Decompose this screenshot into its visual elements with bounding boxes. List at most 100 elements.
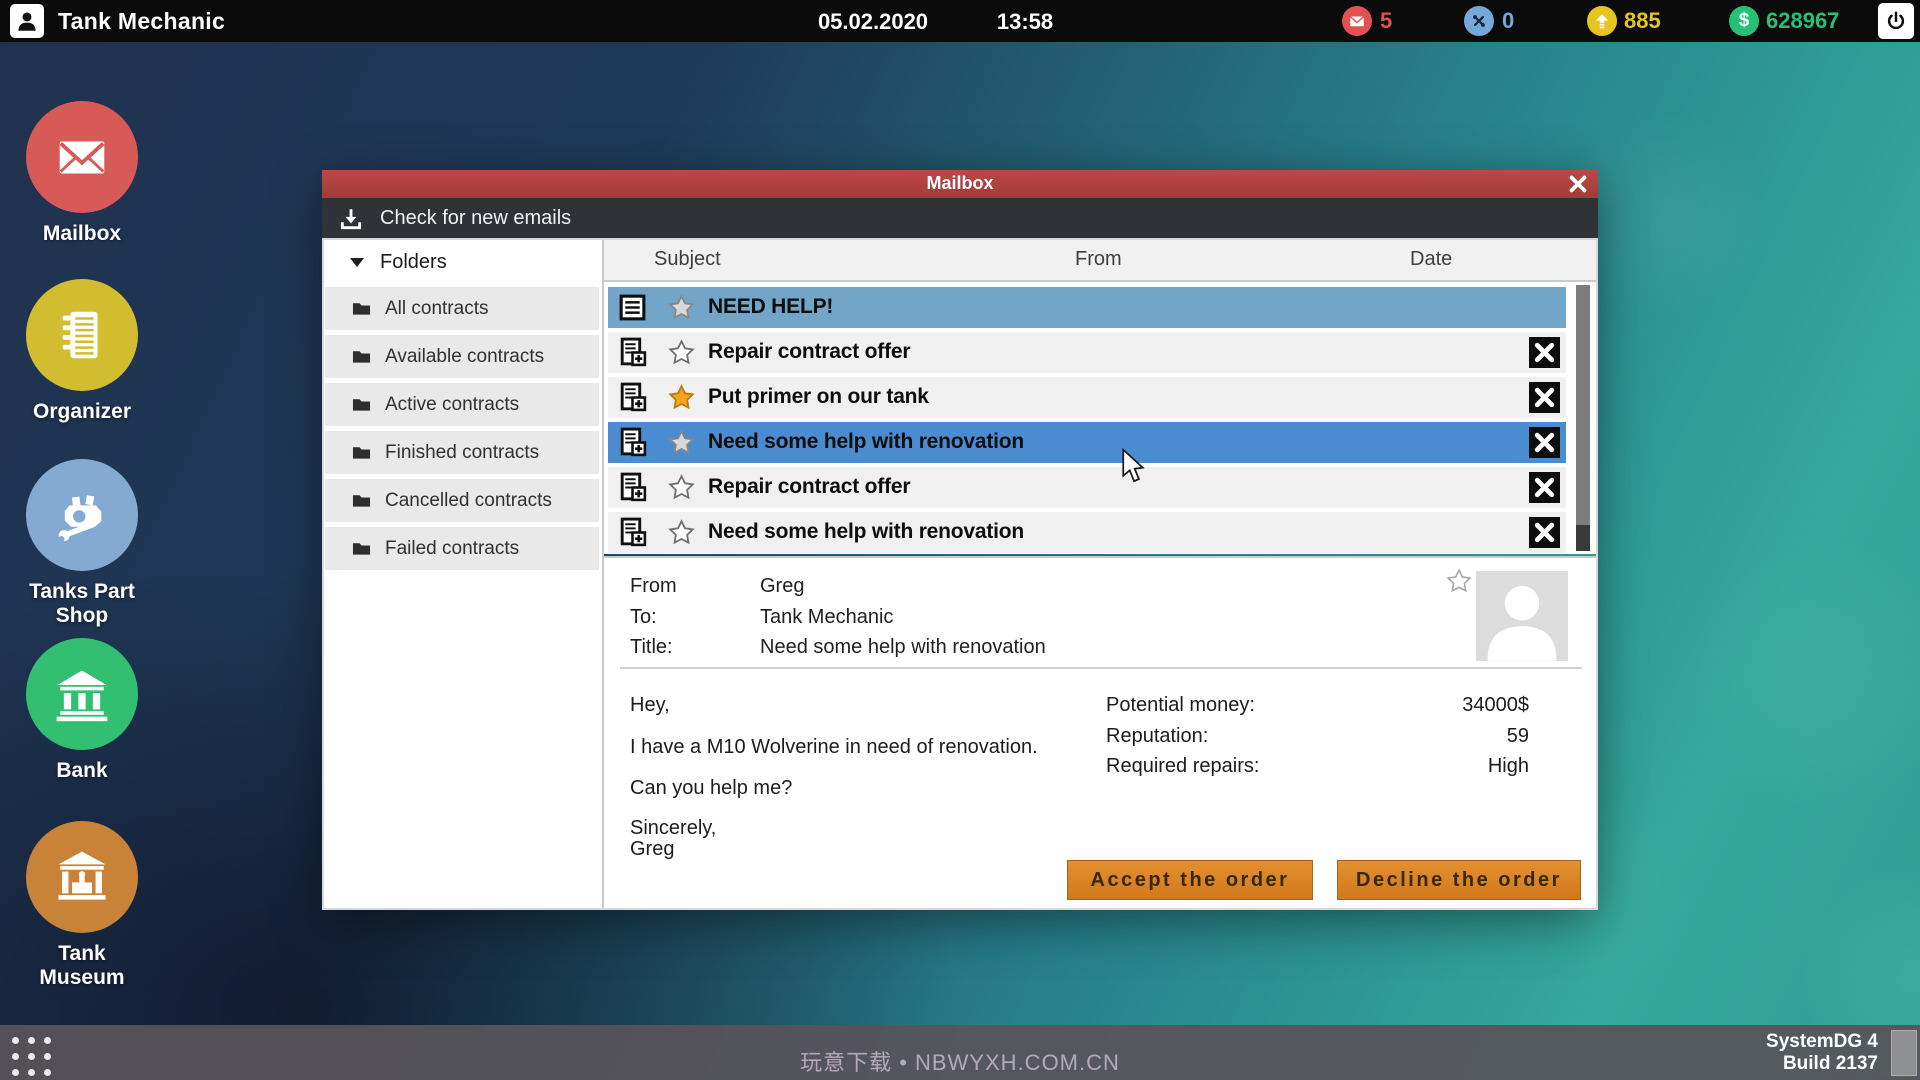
power-icon <box>1887 11 1905 30</box>
money-badge-icon[interactable]: $ <box>1729 6 1759 36</box>
desktop-screen: Tank Mechanic 05.02.2020 13:58 5 0 885 $… <box>0 0 1920 1080</box>
column-date[interactable]: Date <box>1410 248 1452 271</box>
folder-label: Failed contracts <box>385 537 520 559</box>
star-icon[interactable] <box>668 384 695 411</box>
desktop-icon-mailbox[interactable]: Mailbox <box>18 101 146 246</box>
power-button[interactable] <box>1878 3 1914 39</box>
desktop-icon-organizer[interactable]: Organizer <box>18 279 146 424</box>
star-icon[interactable] <box>668 339 695 366</box>
desktop-icon-tank-museum[interactable]: Tank Museum <box>18 821 146 990</box>
mailbox-window: Mailbox Check for new emails Folders All… <box>322 170 1598 910</box>
dollar-icon: $ <box>1738 10 1750 31</box>
favorite-star-icon[interactable] <box>1446 568 1472 594</box>
folder-cancelled-contracts[interactable]: Cancelled contracts <box>325 479 599 522</box>
wrenches-icon <box>1473 15 1485 27</box>
profile-button[interactable] <box>10 4 44 38</box>
from-label: From <box>630 575 677 597</box>
folders-header-label: Folders <box>380 250 447 273</box>
folder-label: Available contracts <box>385 345 545 367</box>
parts-shop-icon-circle <box>26 459 138 571</box>
folder-label: All contracts <box>385 297 489 319</box>
mail-row-selected[interactable]: Need some help with renovation <box>608 422 1566 463</box>
repairs-badge-icon[interactable] <box>1464 6 1494 36</box>
folder-finished-contracts[interactable]: Finished contracts <box>325 431 599 474</box>
system-version: SystemDG 4 Build 2137 <box>1766 1031 1878 1075</box>
folder-failed-contracts[interactable]: Failed contracts <box>325 527 599 570</box>
delete-mail-button[interactable] <box>1529 472 1560 503</box>
desktop-icon-tanks-part-shop[interactable]: Tanks Part Shop <box>18 459 146 628</box>
folder-all-contracts[interactable]: All contracts <box>325 287 599 330</box>
close-window-button[interactable] <box>1566 173 1590 195</box>
delete-mail-button[interactable] <box>1529 382 1560 413</box>
mail-subject: NEED HELP! <box>708 295 834 318</box>
folder-label: Active contracts <box>385 393 520 415</box>
to-label: To: <box>630 606 657 628</box>
scrollbar-end <box>1576 525 1590 551</box>
window-titlebar[interactable]: Mailbox <box>322 170 1598 198</box>
envelope-icon <box>1349 15 1365 27</box>
reader-separator <box>620 667 1582 669</box>
folder-icon <box>352 543 371 555</box>
star-icon[interactable] <box>668 294 695 321</box>
decline-order-button[interactable]: Decline the order <box>1337 860 1581 900</box>
star-icon[interactable] <box>668 429 695 456</box>
notebook-icon <box>62 311 98 359</box>
system-name: SystemDG 4 <box>1766 1031 1878 1052</box>
date-display: 05.02.2020 <box>817 9 929 34</box>
envelope-icon <box>59 141 105 174</box>
window-title: Mailbox <box>926 173 994 193</box>
mail-subject: Repair contract offer <box>708 475 911 498</box>
contract-icon <box>616 336 649 369</box>
rank-badge-icon[interactable] <box>1587 6 1617 36</box>
unread-mail-count: 5 <box>1380 8 1393 33</box>
reputation-label: Reputation: <box>1106 725 1209 747</box>
person-silhouette-icon <box>1487 585 1557 661</box>
star-icon[interactable] <box>668 519 695 546</box>
column-from[interactable]: From <box>1075 248 1122 271</box>
bank-icon-circle <box>26 638 138 750</box>
accept-order-button[interactable]: Accept the order <box>1067 860 1313 900</box>
folders-header[interactable]: Folders <box>322 238 602 286</box>
column-subject[interactable]: Subject <box>654 248 721 271</box>
money-value: 628967 <box>1766 8 1840 33</box>
mail-subject: Repair contract offer <box>708 340 911 363</box>
delete-mail-button[interactable] <box>1529 337 1560 368</box>
mail-badge-icon[interactable] <box>1342 6 1372 36</box>
desktop-icon-bank[interactable]: Bank <box>18 638 146 783</box>
title-label: Title: <box>630 636 673 658</box>
folder-available-contracts[interactable]: Available contracts <box>325 335 599 378</box>
check-emails-button[interactable] <box>338 206 364 237</box>
engine-wrench-icon <box>58 495 102 543</box>
folder-label: Cancelled contracts <box>385 489 552 511</box>
delete-mail-button[interactable] <box>1529 427 1560 458</box>
top-status-bar: Tank Mechanic 05.02.2020 13:58 5 0 885 $… <box>0 0 1920 42</box>
check-emails-label[interactable]: Check for new emails <box>380 207 571 230</box>
news-icon <box>616 291 649 324</box>
mail-row[interactable]: Put primer on our tank <box>608 377 1566 418</box>
required-repairs-value: High <box>1487 755 1529 777</box>
mailbox-icon-circle <box>26 101 138 213</box>
museum-icon-circle <box>26 821 138 933</box>
delete-mail-button[interactable] <box>1529 517 1560 548</box>
mail-row[interactable]: Repair contract offer <box>608 467 1566 508</box>
rank-up-icon <box>1595 14 1609 29</box>
body-line: Can you help me? <box>630 777 793 799</box>
potential-money-label: Potential money: <box>1106 694 1255 716</box>
folder-icon <box>352 303 371 315</box>
system-build: Build 2137 <box>1782 1053 1878 1074</box>
mail-row[interactable]: NEED HELP! <box>608 287 1566 328</box>
bokeh-circle <box>1690 540 1920 810</box>
folder-active-contracts[interactable]: Active contracts <box>325 383 599 426</box>
required-repairs-label: Required repairs: <box>1106 755 1260 777</box>
mail-subject: Need some help with renovation <box>708 430 1025 453</box>
show-desktop-button[interactable] <box>1891 1030 1917 1076</box>
contract-icon <box>616 381 649 414</box>
star-icon[interactable] <box>668 474 695 501</box>
mail-row[interactable]: Need some help with renovation <box>608 512 1566 553</box>
desktop-icon-label: Bank <box>56 759 108 782</box>
body-line: Greg <box>630 838 675 860</box>
list-scrollbar[interactable] <box>1576 285 1590 551</box>
mail-row[interactable]: Repair contract offer <box>608 332 1566 373</box>
contract-icon <box>616 426 649 459</box>
download-icon <box>340 209 362 230</box>
